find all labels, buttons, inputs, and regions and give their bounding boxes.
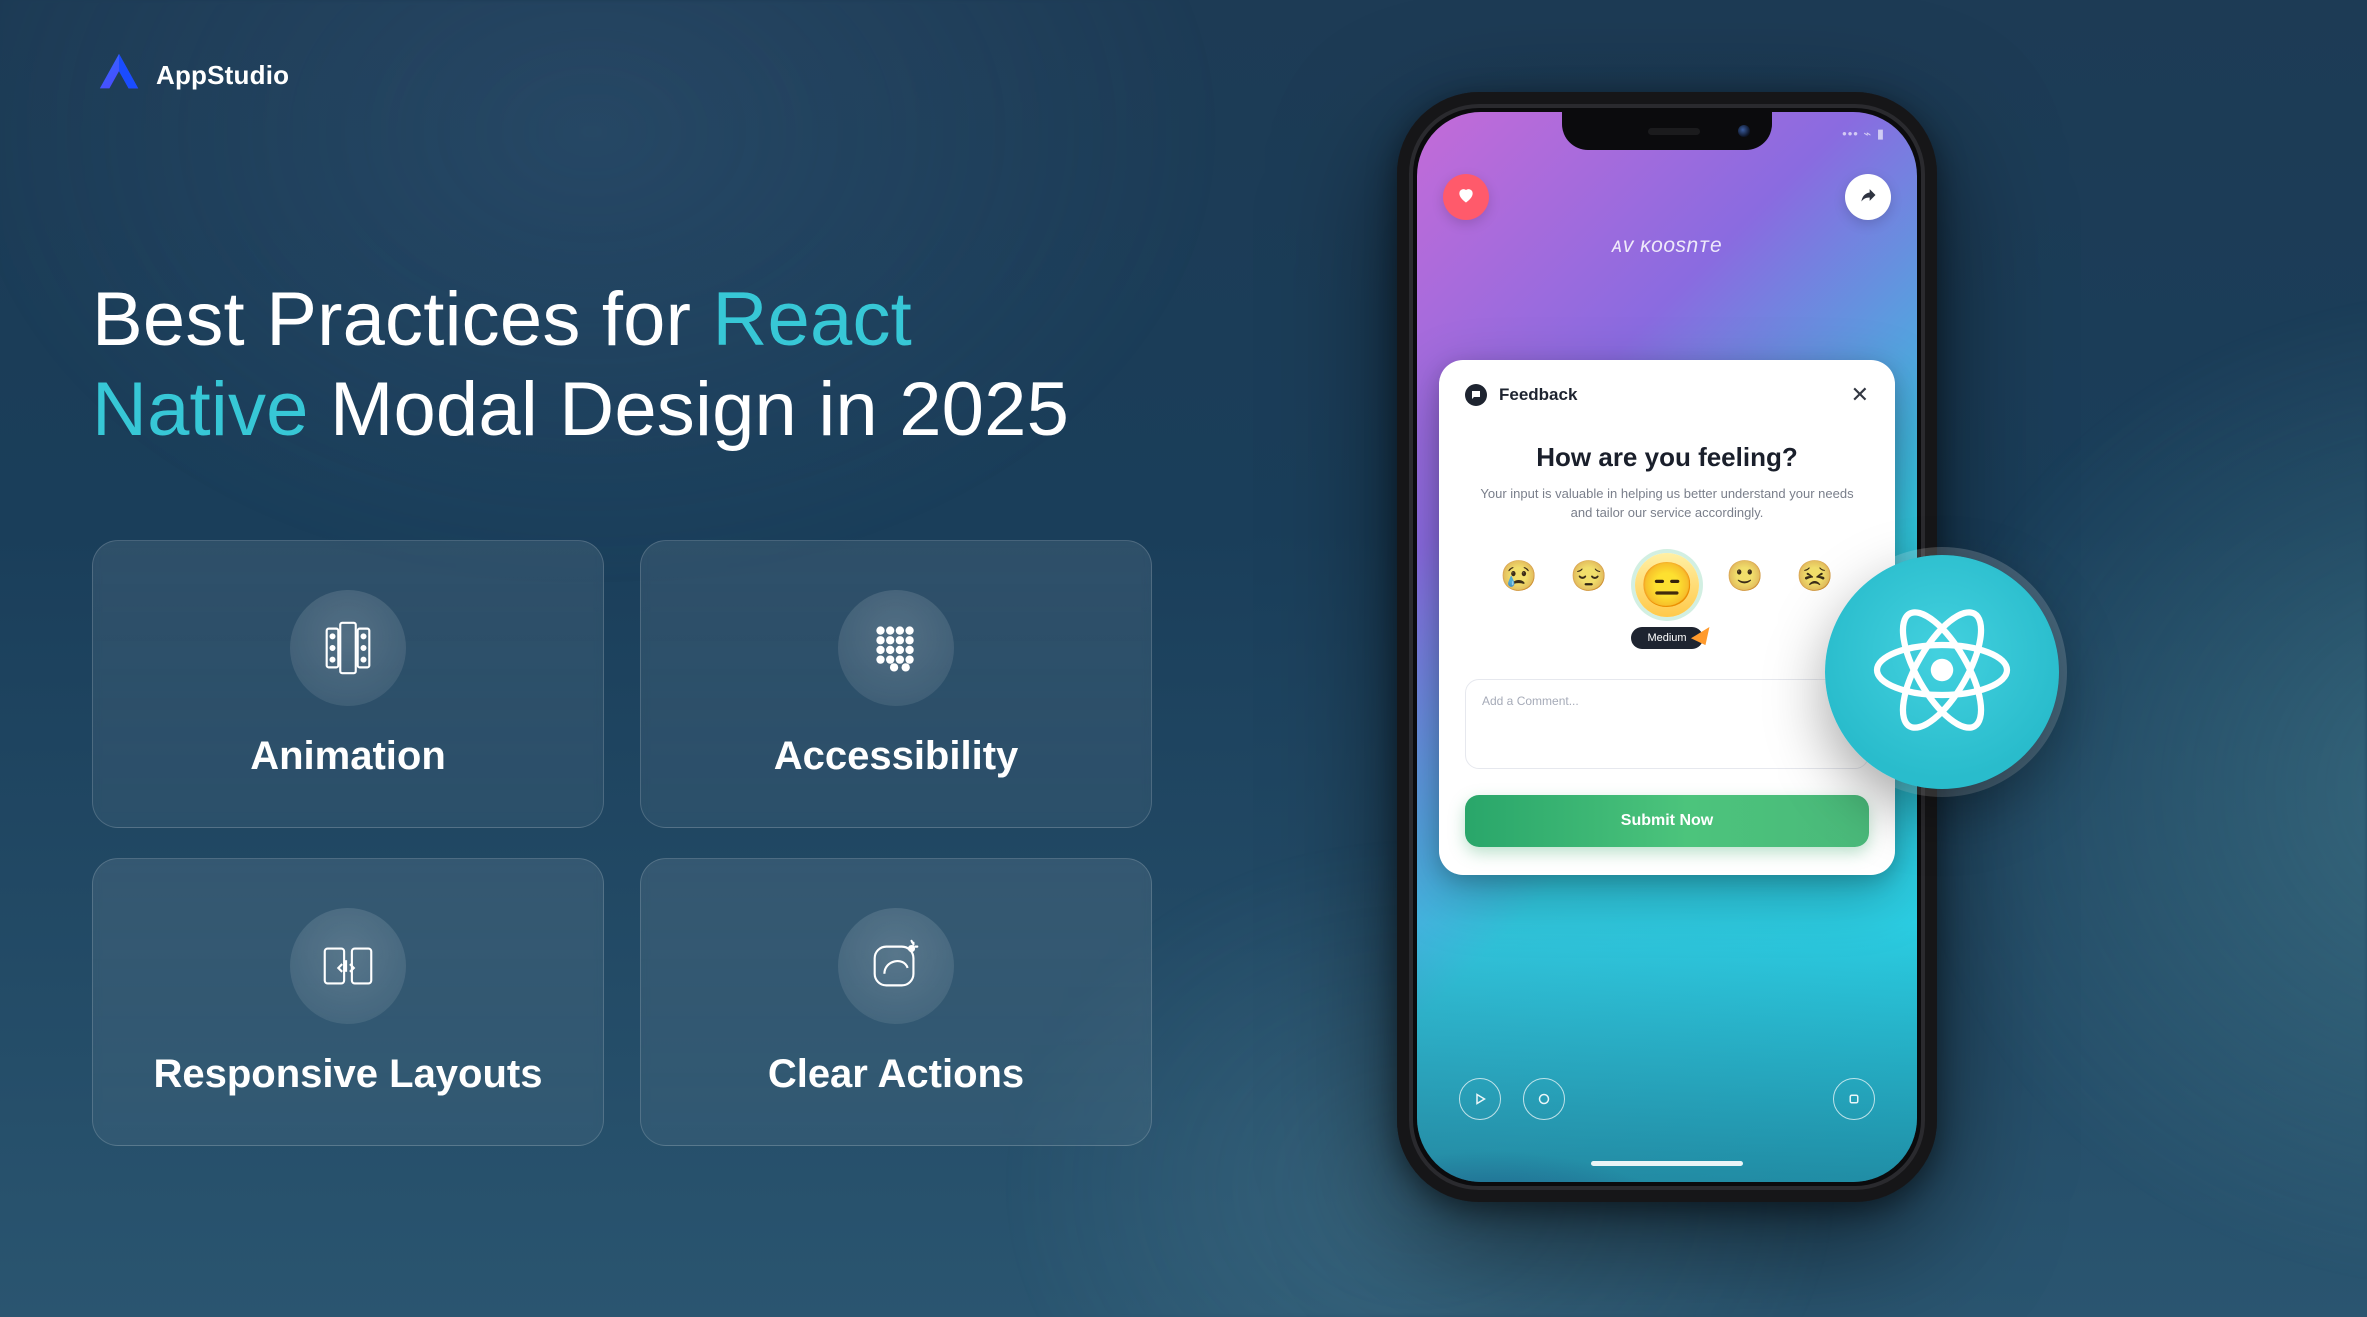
status-right-icons: ••• ⌁ ▮ — [1842, 126, 1885, 142]
submit-button[interactable]: Submit Now — [1465, 795, 1869, 847]
like-button[interactable] — [1443, 174, 1489, 220]
heading-l1-plain: Best Practices for — [92, 277, 712, 362]
share-icon — [1858, 185, 1878, 210]
react-icon — [1867, 595, 2017, 750]
feature-label: Responsive Layouts — [153, 1052, 542, 1097]
feature-label: Accessibility — [774, 734, 1019, 779]
app-brand: ᴀᴠ ᴋᴏᴏsnᴛe — [1417, 234, 1917, 258]
modal-question: How are you feeling? — [1465, 442, 1869, 473]
app-top-bar — [1417, 174, 1917, 220]
bottom-icon-1[interactable] — [1459, 1078, 1501, 1120]
feature-card-animation: Animation — [92, 540, 604, 828]
bottom-icon-2[interactable] — [1523, 1078, 1565, 1120]
emoji-option-4[interactable]: 🙂 — [1721, 553, 1769, 601]
heading-l2-plain: Modal Design in 2025 — [309, 367, 1069, 452]
emoji-option-5[interactable]: 😣 — [1791, 553, 1839, 601]
logo-icon — [96, 50, 142, 101]
logo: AppStudio — [96, 50, 289, 101]
bottom-icon-3[interactable] — [1833, 1078, 1875, 1120]
heading-l2-accent: Native — [92, 367, 309, 452]
react-badge — [1825, 555, 2059, 789]
animation-icon — [290, 590, 406, 706]
stage: AppStudio Best Practices for React Nativ… — [0, 0, 2367, 1317]
modal-title: Feedback — [1499, 385, 1577, 405]
feature-card-accessibility: Accessibility — [640, 540, 1152, 828]
heading-l1-accent: React — [712, 277, 912, 362]
close-icon[interactable]: ✕ — [1851, 384, 1869, 406]
feature-card-clear-actions: Clear Actions — [640, 858, 1152, 1146]
heart-icon — [1456, 185, 1476, 210]
share-button[interactable] — [1845, 174, 1891, 220]
accessibility-icon — [838, 590, 954, 706]
home-indicator — [1591, 1161, 1743, 1166]
emoji-label-wrap: Medium — [1465, 627, 1869, 649]
feature-label: Animation — [250, 734, 446, 779]
page-title: Best Practices for React Native Modal De… — [92, 275, 1069, 454]
emoji-option-2[interactable]: 😔 — [1565, 553, 1613, 601]
phone-bottom-icons — [1417, 1078, 1917, 1120]
emoji-option-1[interactable]: 😢 — [1495, 553, 1543, 601]
feature-label: Clear Actions — [768, 1052, 1024, 1097]
modal-header: Feedback ✕ — [1465, 384, 1869, 406]
feature-grid: Animation Accessibility — [92, 540, 1152, 1146]
chat-icon — [1465, 384, 1487, 406]
wallpaper-waves — [1417, 922, 1917, 1182]
responsive-icon — [290, 908, 406, 1024]
phone-notch — [1562, 112, 1772, 150]
modal-description: Your input is valuable in helping us bet… — [1477, 485, 1857, 523]
feedback-modal: Feedback ✕ How are you feeling? Your inp… — [1439, 360, 1895, 875]
emoji-option-3-selected[interactable]: 😑 — [1635, 553, 1699, 617]
clear-actions-icon — [838, 908, 954, 1024]
logo-text: AppStudio — [156, 60, 289, 91]
feature-card-responsive: Responsive Layouts — [92, 858, 604, 1146]
emoji-rating-row: 😢 😔 😑 🙂 😣 — [1465, 553, 1869, 617]
comment-input[interactable]: Add a Comment... — [1465, 679, 1869, 769]
modal-header-left: Feedback — [1465, 384, 1577, 406]
